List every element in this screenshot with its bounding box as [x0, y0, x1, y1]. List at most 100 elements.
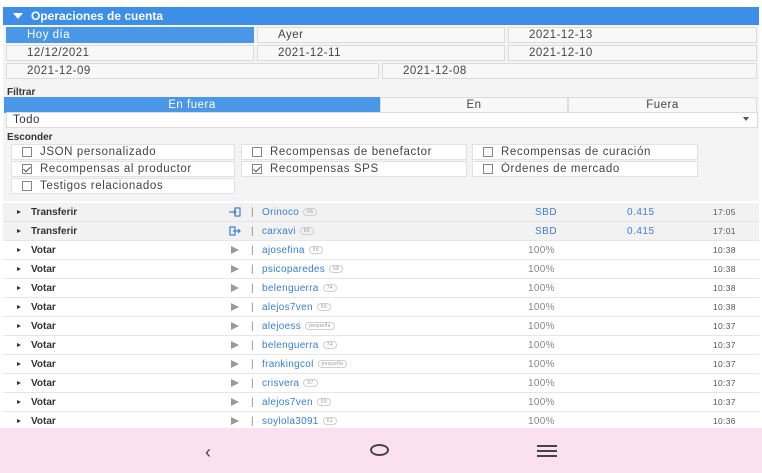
android-navigation-bar: ‹ [0, 428, 762, 473]
account-name[interactable]: belenguerra [262, 340, 319, 351]
account-name[interactable]: alejos7ven [262, 397, 313, 408]
account-link[interactable]: psicoparedes 58 [262, 264, 344, 275]
operation-row[interactable]: Votar | alejoess pequeña 100% 10:37 [3, 317, 759, 336]
expand-arrow-icon[interactable] [17, 286, 21, 290]
operation-type-select[interactable]: Todo [6, 112, 758, 128]
operation-type: Votar [31, 263, 56, 275]
asset: SBD [535, 225, 558, 237]
reputation-badge: 59 [316, 302, 331, 311]
checkbox-icon [22, 147, 32, 157]
operation-row[interactable]: Transferir | Orinoco 66 SBD 0.415 17:05 [3, 203, 759, 222]
operation-row[interactable]: Votar | psicoparedes 58 100% 10:38 [3, 260, 759, 279]
operation-type: Votar [31, 301, 56, 313]
expand-arrow-icon[interactable] [17, 343, 21, 347]
account-link[interactable]: alejos7ven 59 [262, 302, 331, 313]
filters-area: Hoy día Ayer 2021-12-13 12/12/2021 2021-… [3, 25, 759, 201]
hide-option-custom-json[interactable]: JSON personalizado [11, 144, 235, 160]
account-link[interactable]: soylola3091 61 [262, 416, 337, 427]
operations-panel-header[interactable]: Operaciones de cuenta [3, 7, 759, 25]
account-name[interactable]: frankingcol [262, 359, 314, 370]
hide-label: Esconder [7, 132, 53, 143]
account-link[interactable]: ajosefina 58 [262, 245, 323, 256]
separator: | [251, 206, 254, 218]
date-button-2021-12-11[interactable]: 2021-12-11 [257, 45, 505, 61]
home-icon[interactable] [370, 444, 389, 456]
account-link[interactable]: Orinoco 66 [262, 207, 318, 218]
expand-arrow-icon[interactable] [17, 419, 21, 423]
vote-play-icon [231, 379, 239, 387]
vote-weight: 100% [528, 320, 555, 332]
account-name[interactable]: alejoess [262, 321, 301, 332]
account-name[interactable]: psicoparedes [262, 264, 325, 275]
date-button-2021-12-12[interactable]: 12/12/2021 [6, 45, 254, 61]
separator: | [251, 282, 254, 294]
account-link[interactable]: carxavi 66 [262, 226, 314, 237]
date-button-2021-12-09[interactable]: 2021-12-09 [6, 63, 379, 79]
amount: 0.415 [627, 206, 655, 218]
timestamp: 10:37 [713, 321, 736, 331]
operation-row[interactable]: Transferir | carxavi 66 SBD 0.415 17:01 [3, 222, 759, 241]
expand-arrow-icon[interactable] [17, 305, 21, 309]
date-button-2021-12-13[interactable]: 2021-12-13 [508, 27, 757, 43]
account-link[interactable]: alejoess pequeña [262, 321, 335, 332]
hide-option-label: Testigos relacionados [40, 180, 164, 192]
transfer-in-icon [229, 207, 241, 217]
account-link[interactable]: crisvera 57 [262, 378, 318, 389]
date-button-today[interactable]: Hoy día [6, 27, 254, 43]
hide-option-sps-rewards[interactable]: Recompensas SPS [241, 161, 467, 177]
timestamp: 10:37 [713, 397, 736, 407]
hide-option-label: Recompensas de benefactor [270, 146, 433, 158]
expand-arrow-icon[interactable] [17, 210, 21, 214]
date-button-2021-12-10[interactable]: 2021-12-10 [508, 45, 757, 61]
account-link[interactable]: belenguerra 74 [262, 340, 337, 351]
hide-option-producer-rewards[interactable]: Recompensas al productor [11, 161, 235, 177]
account-name[interactable]: alejos7ven [262, 302, 313, 313]
account-link[interactable]: alejos7ven 59 [262, 397, 331, 408]
hide-option-curation-rewards[interactable]: Recompensas de curación [472, 144, 698, 160]
timestamp: 10:38 [713, 264, 736, 274]
operation-type: Votar [31, 358, 56, 370]
direction-button-both[interactable]: En fuera [4, 97, 380, 113]
operation-row[interactable]: Votar | alejos7ven 59 100% 10:38 [3, 298, 759, 317]
operation-row[interactable]: Votar | alejos7ven 59 100% 10:37 [3, 393, 759, 412]
hide-option-label: JSON personalizado [40, 146, 157, 158]
hide-option-benefactor-rewards[interactable]: Recompensas de benefactor [241, 144, 467, 160]
operation-row[interactable]: Votar | frankingcol pequeña 100% 10:37 [3, 355, 759, 374]
hide-option-market-orders[interactable]: Órdenes de mercado [472, 161, 698, 177]
expand-arrow-icon[interactable] [17, 381, 21, 385]
direction-button-out[interactable]: Fuera [568, 97, 757, 113]
expand-arrow-icon[interactable] [17, 267, 21, 271]
vote-play-icon [231, 398, 239, 406]
expand-arrow-icon[interactable] [17, 400, 21, 404]
back-icon[interactable]: ‹ [205, 442, 211, 463]
direction-button-in[interactable]: En [380, 97, 568, 113]
operation-row[interactable]: Votar | crisvera 57 100% 10:37 [3, 374, 759, 393]
account-link[interactable]: frankingcol pequeña [262, 359, 348, 370]
account-name[interactable]: belenguerra [262, 283, 319, 294]
vote-weight: 100% [528, 263, 555, 275]
operation-row[interactable]: Votar | belenguerra 74 100% 10:37 [3, 336, 759, 355]
expand-arrow-icon[interactable] [17, 324, 21, 328]
separator: | [251, 358, 254, 370]
account-name[interactable]: Orinoco [262, 207, 299, 218]
hide-option-label: Recompensas al productor [40, 163, 192, 175]
account-name[interactable]: crisvera [262, 378, 299, 389]
date-button-yesterday[interactable]: Ayer [257, 27, 505, 43]
vote-weight: 100% [528, 377, 555, 389]
timestamp: 10:38 [713, 302, 736, 312]
operation-type: Votar [31, 415, 56, 427]
expand-arrow-icon[interactable] [17, 362, 21, 366]
hide-option-witness-related[interactable]: Testigos relacionados [11, 178, 235, 194]
date-button-2021-12-08[interactable]: 2021-12-08 [382, 63, 757, 79]
operation-row[interactable]: Votar | ajosefina 58 100% 10:38 [3, 241, 759, 260]
expand-arrow-icon[interactable] [17, 229, 21, 233]
collapse-triangle-icon [13, 13, 23, 19]
account-name[interactable]: soylola3091 [262, 416, 319, 427]
account-name[interactable]: ajosefina [262, 245, 305, 256]
account-link[interactable]: belenguerra 74 [262, 283, 337, 294]
expand-arrow-icon[interactable] [17, 248, 21, 252]
reputation-badge: 66 [299, 226, 314, 235]
menu-icon[interactable] [537, 445, 557, 460]
operation-row[interactable]: Votar | belenguerra 74 100% 10:38 [3, 279, 759, 298]
account-name[interactable]: carxavi [262, 226, 296, 237]
